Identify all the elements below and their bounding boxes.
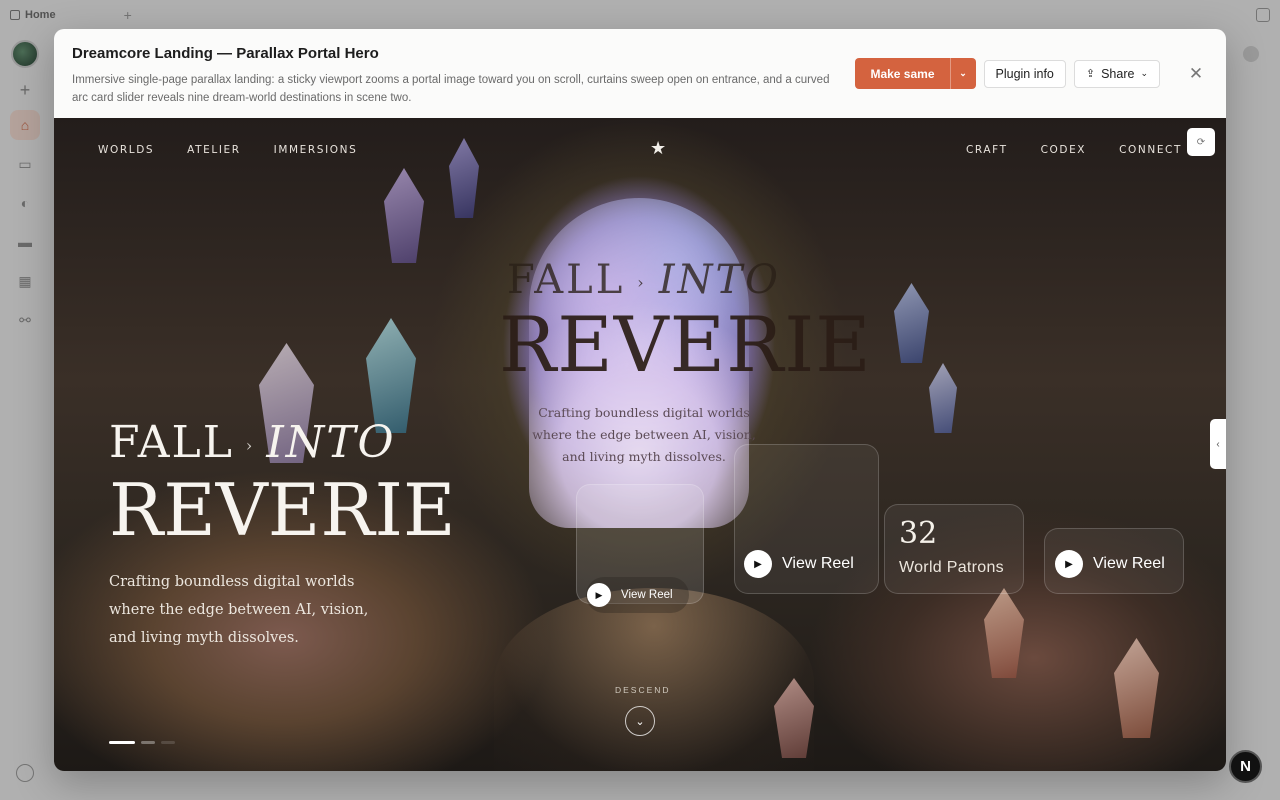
modal-header: Dreamcore Landing — Parallax Portal Hero… [54,29,1226,118]
headline-fall: FALL [507,257,626,303]
left-subtitle: Crafting boundless digital worlds where … [109,574,369,646]
crystal-decoration [894,283,929,363]
share-icon: ⇪ [1085,68,1096,80]
descend-label: DESCEND [615,685,671,695]
view-reel-label: View Reel [1093,555,1165,572]
chevron-right-icon: › [245,435,255,455]
modal-actions: Make same ⌄ Plugin info ⇪ Share ⌄ ✕ [855,58,1208,89]
forest-path-glow [494,588,814,771]
headline-into: INTO [658,257,781,303]
stat-label: World Patrons [899,559,1004,576]
plugin-info-label: Plugin info [995,66,1054,81]
modal-description: Immersive single-page parallax landing: … [72,74,830,104]
slide-dot[interactable] [141,741,155,744]
plugin-info-button[interactable]: Plugin info [983,59,1066,88]
stat-number: 32 [899,516,938,551]
share-label: Share [1101,66,1135,81]
nav-link-worlds[interactable]: WORLDS [98,144,154,156]
make-same-split-button: Make same ⌄ [855,58,976,89]
headline-reverie: REVERIE [109,467,456,552]
loading-spinner-icon[interactable]: ⟳ [1187,128,1215,156]
crystal-decoration [984,588,1024,678]
hero-nav-left: WORLDS ATELIER IMMERSIONS [98,144,357,156]
play-icon: ▶ [1055,550,1083,578]
make-same-button[interactable]: Make same [855,58,949,89]
n-badge[interactable]: N [1229,750,1262,783]
left-headline: FALL › INTO REVERIE [109,418,456,549]
chevron-left-icon: ‹ [1216,438,1220,450]
star-logo-icon[interactable]: ★ [650,138,666,159]
chevron-down-icon: ⌄ [635,715,645,728]
hero-nav-right: CRAFT CODEX CONNECT [966,144,1182,156]
chevron-right-icon: › [637,273,647,292]
center-subtitle: Crafting boundless digital worlds where … [532,405,756,464]
nav-link-craft[interactable]: CRAFT [966,144,1008,156]
view-reel-label: View Reel [621,589,673,601]
view-reel-button[interactable]: ▶ View Reel [1055,550,1165,578]
slide-dot[interactable] [109,741,135,744]
play-icon: ▶ [587,583,611,607]
crystal-decoration [384,168,424,263]
close-icon[interactable]: ✕ [1184,62,1208,86]
slide-indicator [109,741,175,744]
nav-link-immersions[interactable]: IMMERSIONS [274,144,358,156]
crystal-decoration [929,363,957,433]
share-button[interactable]: ⇪ Share ⌄ [1073,59,1160,88]
crystal-decoration [1114,638,1159,738]
collapse-panel-tab[interactable]: ‹ [1210,419,1226,469]
view-reel-button[interactable]: ▶ View Reel [744,550,854,578]
headline-into: INTO [266,417,396,468]
chevron-down-icon: ⌄ [1140,68,1148,78]
view-reel-button[interactable]: ▶ View Reel [586,577,689,613]
play-icon: ▶ [744,550,772,578]
nav-link-codex[interactable]: CODEX [1041,144,1087,156]
hero-preview: WORLDS ATELIER IMMERSIONS ★ CRAFT CODEX … [54,118,1226,771]
nav-link-atelier[interactable]: ATELIER [187,144,241,156]
headline-reverie: REVERIE [499,300,872,389]
headline-fall: FALL [109,417,234,468]
template-preview-modal: Dreamcore Landing — Parallax Portal Hero… [54,29,1226,771]
user-dot-icon [1243,46,1259,62]
scroll-down-button[interactable]: ⌄ [625,706,655,736]
center-headline: FALL › INTO REVERIE [499,257,872,389]
slide-dot[interactable] [161,741,175,744]
crystal-decoration [366,318,416,433]
view-reel-label: View Reel [782,555,854,572]
nav-link-connect[interactable]: CONNECT [1119,144,1182,156]
chevron-down-icon[interactable]: ⌄ [949,58,976,89]
crystal-decoration [449,138,479,218]
